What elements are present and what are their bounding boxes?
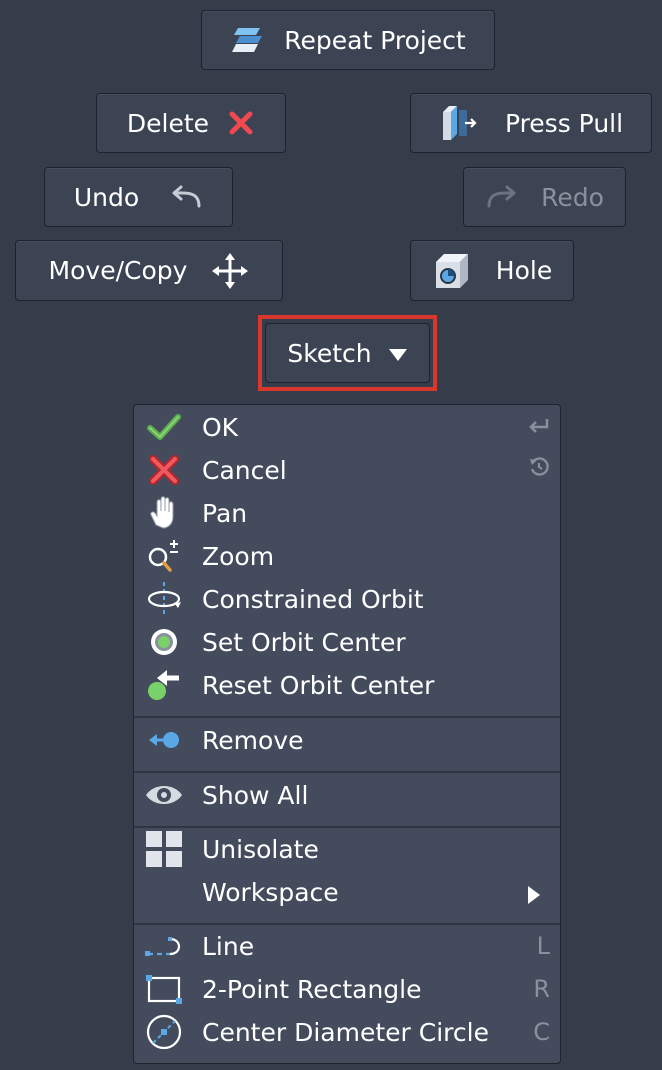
escape-undo-icon bbox=[528, 456, 550, 484]
menu-item-label: 2-Point Rectangle bbox=[202, 974, 422, 1004]
menu-item-label: Reset Orbit Center bbox=[202, 670, 435, 700]
context-menu: OK Cancel Pan Zoom Constrained Orbit Set… bbox=[133, 404, 561, 1064]
menu-item-set-orbit-center[interactable]: Set Orbit Center bbox=[134, 622, 560, 662]
menu-separator bbox=[134, 716, 560, 718]
press-pull-button[interactable]: Press Pull bbox=[410, 93, 652, 153]
repeat-project-label: Repeat Project bbox=[284, 25, 466, 55]
menu-item-center-diameter-circle[interactable]: Center Diameter Circle C bbox=[134, 1012, 560, 1052]
move-copy-label: Move/Copy bbox=[48, 256, 188, 285]
circle-icon bbox=[144, 1012, 184, 1052]
menu-item-remove[interactable]: Remove bbox=[134, 720, 560, 760]
reset-orbit-center-icon bbox=[144, 665, 184, 705]
menu-item-label: Line bbox=[202, 931, 255, 961]
menu-item-label: Set Orbit Center bbox=[202, 627, 406, 657]
menu-item-cancel[interactable]: Cancel bbox=[134, 450, 560, 490]
redo-label: Redo bbox=[541, 182, 604, 212]
shortcut-label: R bbox=[533, 975, 550, 1003]
redo-button[interactable]: Redo bbox=[463, 167, 626, 227]
checkmark-icon bbox=[144, 407, 184, 447]
menu-item-label: Pan bbox=[202, 498, 248, 528]
constrained-orbit-icon bbox=[144, 579, 184, 619]
undo-button[interactable]: Undo bbox=[44, 167, 233, 227]
repeat-project-icon bbox=[230, 22, 266, 58]
menu-item-label: Center Diameter Circle bbox=[202, 1017, 489, 1047]
menu-item-label: OK bbox=[202, 412, 239, 442]
move-copy-button[interactable]: Move/Copy bbox=[15, 240, 283, 301]
menu-item-label: Workspace bbox=[202, 877, 339, 907]
rectangle-icon bbox=[144, 969, 184, 1009]
red-x-icon bbox=[144, 450, 184, 490]
menu-item-line[interactable]: Line L bbox=[134, 926, 560, 966]
menu-item-reset-orbit-center[interactable]: Reset Orbit Center bbox=[134, 665, 560, 705]
hole-label: Hole bbox=[495, 256, 553, 285]
shortcut-label: L bbox=[536, 932, 550, 960]
submenu-arrow-icon bbox=[526, 884, 542, 912]
grid-icon bbox=[144, 829, 184, 869]
hole-button[interactable]: Hole bbox=[410, 240, 574, 301]
menu-item-label: Cancel bbox=[202, 455, 287, 485]
menu-separator bbox=[134, 771, 560, 773]
menu-item-2-point-rectangle[interactable]: 2-Point Rectangle R bbox=[134, 969, 560, 1009]
press-pull-icon bbox=[439, 104, 479, 142]
menu-item-label: Zoom bbox=[202, 541, 275, 571]
undo-arrow-icon bbox=[169, 184, 203, 210]
delete-label: Delete bbox=[126, 108, 210, 138]
orbit-center-icon bbox=[144, 622, 184, 662]
delete-x-icon bbox=[227, 109, 255, 137]
sketch-dropdown-button[interactable]: Sketch bbox=[265, 323, 430, 383]
enter-key-icon bbox=[528, 413, 550, 441]
eye-icon bbox=[144, 775, 184, 815]
menu-item-pan[interactable]: Pan bbox=[134, 493, 560, 533]
caret-down-icon bbox=[388, 339, 408, 368]
hole-icon bbox=[432, 252, 472, 290]
menu-item-zoom[interactable]: Zoom bbox=[134, 536, 560, 576]
press-pull-label: Press Pull bbox=[504, 108, 624, 138]
hand-icon bbox=[144, 493, 184, 533]
menu-item-label: Remove bbox=[202, 725, 304, 755]
menu-item-show-all[interactable]: Show All bbox=[134, 775, 560, 815]
move-arrows-icon bbox=[211, 252, 249, 290]
delete-button[interactable]: Delete bbox=[96, 93, 286, 153]
menu-item-label: Constrained Orbit bbox=[202, 584, 424, 614]
line-icon bbox=[144, 926, 184, 966]
undo-label: Undo bbox=[73, 182, 140, 212]
menu-item-unisolate[interactable]: Unisolate bbox=[134, 829, 560, 869]
menu-item-ok[interactable]: OK bbox=[134, 407, 560, 447]
menu-separator bbox=[134, 923, 560, 925]
menu-item-workspace[interactable]: Workspace bbox=[134, 872, 560, 912]
remove-icon bbox=[144, 720, 184, 760]
menu-item-constrained-orbit[interactable]: Constrained Orbit bbox=[134, 579, 560, 619]
sketch-label: Sketch bbox=[287, 338, 372, 368]
redo-arrow-icon bbox=[485, 184, 519, 210]
menu-item-label: Show All bbox=[202, 780, 309, 810]
menu-separator bbox=[134, 826, 560, 828]
repeat-project-button[interactable]: Repeat Project bbox=[201, 10, 495, 70]
shortcut-label: C bbox=[533, 1018, 550, 1046]
menu-item-label: Unisolate bbox=[202, 834, 319, 864]
zoom-icon bbox=[144, 536, 184, 576]
